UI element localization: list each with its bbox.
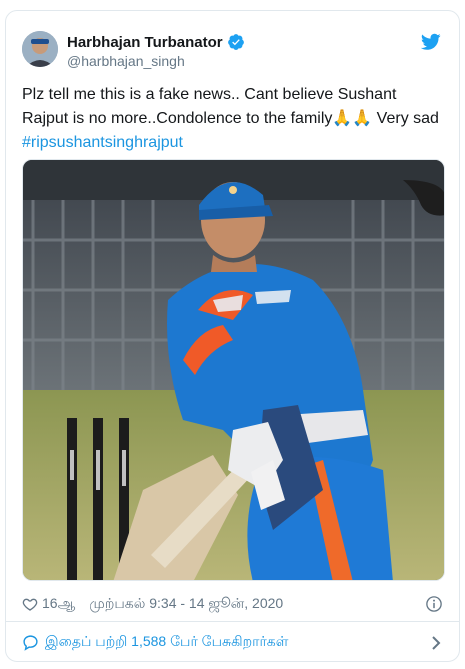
- cricketer-photo: [23, 160, 444, 580]
- hashtag-link[interactable]: #ripsushantsinghrajput: [22, 134, 183, 151]
- tweet-body-continued: Very sad: [372, 110, 439, 127]
- like-action[interactable]: 16ஆ: [22, 595, 75, 614]
- tweet-photo[interactable]: [22, 159, 445, 581]
- info-icon[interactable]: [425, 595, 443, 613]
- display-name[interactable]: Harbhajan Turbanator: [67, 34, 223, 51]
- tweet-card[interactable]: Harbhajan Turbanator @harbhajan_singh Pl…: [5, 10, 460, 662]
- conversation-link[interactable]: இதைப் பற்றி 1,588 பேர் பேசுகிறார்கள்: [6, 621, 459, 661]
- tweet-text: Plz tell me this is a fake news.. Cant b…: [22, 83, 447, 155]
- chevron-right-icon: [432, 636, 441, 650]
- handle[interactable]: @harbhajan_singh: [67, 53, 245, 69]
- tweet-header: Harbhajan Turbanator @harbhajan_singh: [22, 29, 443, 73]
- conversation-text: இதைப் பற்றி 1,588 பேர் பேசுகிறார்கள்: [45, 633, 289, 649]
- tweet-meta: 16ஆ முற்பகல் 9:34 - 14 ஜூன், 2020: [22, 594, 443, 614]
- twitter-bird-icon[interactable]: [421, 33, 441, 51]
- verified-badge-icon: [227, 34, 244, 50]
- avatar[interactable]: [22, 31, 58, 67]
- timestamp-link[interactable]: முற்பகல் 9:34 - 14 ஜூன், 2020: [89, 595, 283, 614]
- praying-hands-emoji: 🙏🙏: [332, 110, 373, 127]
- speech-bubble-icon: [23, 635, 38, 651]
- like-count: 16ஆ: [42, 594, 76, 611]
- heart-icon: [22, 598, 38, 611]
